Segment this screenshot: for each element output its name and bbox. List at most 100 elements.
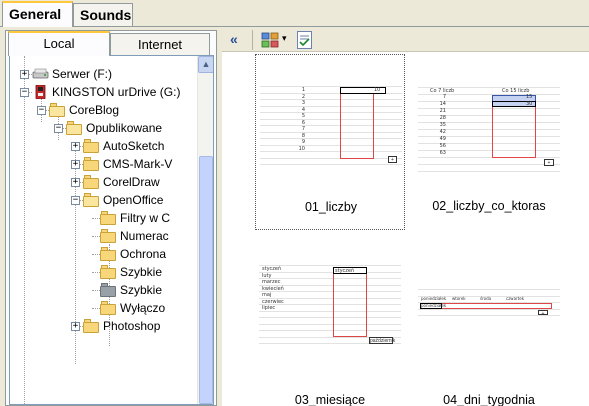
thumbnail-preview: Co 7 liczb Co 15 liczb 15 30 + 7 14 21 28 35… — [418, 57, 560, 197]
properties-icon[interactable] — [297, 31, 312, 49]
thumbnail-caption: 03_miesiące — [294, 393, 366, 406]
tree-item-kingston-urdrive-g-[interactable]: − KINGSTON urDrive (G:) — [10, 84, 198, 101]
folder-icon — [83, 139, 100, 153]
tree-item-coreblog[interactable]: − CoreBlog — [10, 102, 198, 119]
tab-internet[interactable]: Internet — [110, 33, 210, 55]
folder-icon — [100, 211, 117, 225]
mini-cell-text: kwiecień — [262, 285, 284, 292]
mini-cell-text: 2 — [301, 93, 305, 100]
tab-sounds[interactable]: Sounds — [73, 3, 133, 26]
tree-item-label: Ochrona — [120, 247, 167, 261]
mini-cell-text: 35 — [439, 122, 446, 128]
mini-cell-text: 56 — [439, 143, 446, 149]
mini-cell-text: środa — [480, 296, 492, 301]
mini-cell-text: 63 — [439, 150, 446, 156]
mini-cell-text: 49 — [439, 136, 446, 142]
tree-item-szybkie[interactable]: Szybkie — [10, 282, 198, 299]
tree-item-photoshop[interactable]: + Photoshop — [10, 318, 198, 335]
mini-cell-text: 28 — [439, 115, 446, 121]
folder-open-icon — [66, 121, 83, 135]
tree-item-label: KINGSTON urDrive (G:) — [52, 85, 181, 99]
tree-content: + Serwer (F:) − KINGSTON urDrive (G:) − CoreB… — [10, 56, 198, 404]
mini-cell-text: poniedziałek — [421, 296, 447, 301]
mini-cell-text: lipiec — [262, 305, 276, 311]
gallery-toolbar: « ▾ — [222, 28, 589, 52]
thumbnail-preview: 10 + 1 2 3 4 5 6 7 8 9 10 — [260, 58, 402, 198]
mini-cell-text: 10 — [298, 145, 305, 152]
usb-drive-icon — [32, 84, 49, 100]
tree-item-opublikowane[interactable]: − Opublikowane — [10, 120, 198, 137]
mini-cell-text: marzec — [262, 279, 281, 285]
gallery-view: 10 + 1 2 3 4 5 6 7 8 9 10 01_liczby Co 7 liczb Co… — [222, 52, 589, 406]
tree-item-coreldraw[interactable]: + CorelDraw — [10, 174, 198, 191]
tab-general[interactable]: General — [2, 1, 73, 27]
folder-icon — [100, 229, 117, 243]
tree-item-cms-mark-v[interactable]: + CMS-Mark-V — [10, 156, 198, 173]
mini-cell-text: 8 — [301, 132, 305, 139]
mini-cell-text: 6 — [301, 119, 305, 126]
collapse-icon[interactable]: − — [71, 196, 80, 205]
mini-cell-text: czwartek — [506, 296, 525, 301]
thumbnail-caption: 02_liczby_co_ktoras — [432, 199, 546, 213]
tree-scrollbar[interactable]: ▲ — [197, 56, 213, 404]
tree-item-wyłączo[interactable]: Wyłączo — [10, 300, 198, 317]
tab-local[interactable]: Local — [8, 31, 110, 56]
mini-cell-text: wtorek — [452, 296, 466, 301]
mini-cell-text: 9 — [301, 139, 305, 145]
mini-cell-text: styczeń — [262, 266, 282, 272]
thumbnail-preview: poniedziałek + wtorek środa czwartek ponied… — [418, 251, 560, 391]
tree-item-label: CorelDraw — [103, 175, 160, 189]
scroll-up-button[interactable]: ▲ — [198, 56, 213, 73]
tree-item-szybkie[interactable]: Szybkie — [10, 264, 198, 281]
view-mode-icon[interactable] — [261, 32, 279, 48]
toolbar-separator — [252, 30, 253, 50]
mini-cell-text: 7 — [301, 126, 305, 132]
thumbnail-item[interactable]: Co 7 liczb Co 15 liczb 15 30 + 7 14 21 28 35… — [414, 54, 564, 230]
folder-icon — [83, 175, 100, 189]
mini-cell-text: czerwiec — [262, 298, 284, 305]
tree-item-filtry-w-c[interactable]: Filtry w C — [10, 210, 198, 227]
expand-icon[interactable]: + — [71, 322, 80, 331]
expand-icon[interactable]: + — [71, 142, 80, 151]
folder-open-icon — [83, 193, 100, 207]
thumbnail-item[interactable]: styczeń październik styczeń luty marzec kwi… — [255, 248, 405, 406]
thumbnail-item[interactable]: poniedziałek + wtorek środa czwartek ponied… — [414, 248, 564, 406]
collapse-icon[interactable]: − — [20, 88, 29, 97]
collapse-icon[interactable]: − — [54, 124, 63, 133]
thumbnail-caption: 04_dni_tygodnia — [443, 393, 535, 406]
thumbnail-caption: 01_liczby — [304, 200, 358, 214]
mini-cell-text: 7 — [442, 94, 446, 100]
tree-item-label: OpenOffice — [103, 193, 164, 207]
tree-item-label: Photoshop — [103, 319, 161, 333]
mini-cell-text: 1 — [301, 87, 305, 93]
folder-tree[interactable]: + Serwer (F:) − KINGSTON urDrive (G:) − CoreB… — [9, 55, 214, 405]
view-dropdown-arrow[interactable]: ▾ — [282, 33, 287, 44]
thumbnail-item[interactable]: 10 + 1 2 3 4 5 6 7 8 9 10 01_liczby — [255, 54, 405, 230]
collapse-panel-button[interactable]: « — [230, 30, 246, 48]
mini-cell-text: luty — [262, 272, 272, 279]
folder-icon — [100, 265, 117, 279]
mini-cell-text: 42 — [439, 129, 446, 135]
tree-item-serwer-f-[interactable]: + Serwer (F:) — [10, 66, 198, 83]
collapse-icon[interactable]: − — [37, 106, 46, 115]
expand-icon[interactable]: + — [20, 70, 29, 79]
tree-item-openoffice[interactable]: − OpenOffice — [10, 192, 198, 209]
tree-item-ochrona[interactable]: Ochrona — [10, 246, 198, 263]
tree-item-numerac[interactable]: Numerac — [10, 228, 198, 245]
mini-cell-text: 3 — [301, 100, 305, 106]
tree-item-label: Filtry w C — [120, 211, 170, 225]
scroll-thumb[interactable] — [199, 156, 213, 404]
tree-item-label: Numerac — [120, 229, 169, 243]
tree-item-label: CMS-Mark-V — [103, 157, 173, 171]
mini-cell-text: 4 — [301, 106, 305, 113]
top-tab-bar: General Sounds — [0, 0, 589, 27]
folder-icon — [83, 319, 100, 333]
tree-item-label: Szybkie — [120, 283, 163, 297]
drive-icon — [32, 67, 49, 81]
left-panel: Local Internet + Serwer (F:) − KINGSTON urD… — [5, 30, 217, 406]
tree-item-label: Szybkie — [120, 265, 163, 279]
tree-item-autosketch[interactable]: + AutoSketch — [10, 138, 198, 155]
folder-open-icon — [49, 103, 66, 117]
expand-icon[interactable]: + — [71, 178, 80, 187]
expand-icon[interactable]: + — [71, 160, 80, 169]
